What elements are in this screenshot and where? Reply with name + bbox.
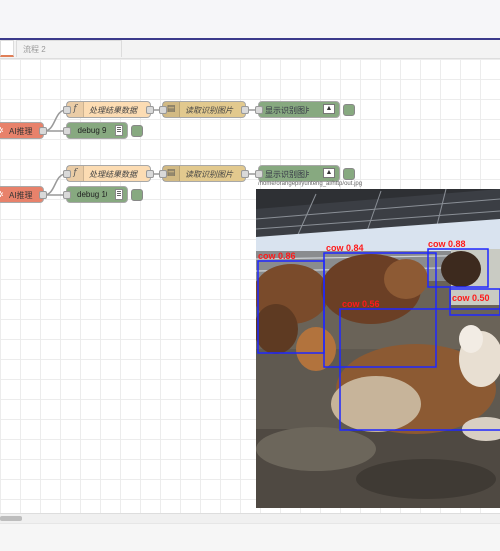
detection-image: cow 0.86 cow 0.84 cow 0.56 cow 0.88 cow … — [256, 189, 500, 508]
input-port[interactable] — [255, 170, 263, 178]
ai-inference-node[interactable]: ✲ AI推理 — [0, 122, 47, 139]
node-label: 处理结果数据 — [89, 170, 137, 179]
list-icon — [115, 189, 123, 200]
barn-photo: cow 0.86 cow 0.84 cow 0.56 cow 0.88 cow … — [256, 189, 500, 508]
gear-icon: ✲ — [0, 126, 4, 135]
image-icon: ▲ — [323, 168, 335, 178]
display-toggle-button[interactable] — [343, 104, 355, 116]
node-label: 读取识别图片 — [185, 170, 233, 179]
scrollbar-thumb[interactable] — [0, 516, 22, 521]
image-display-node[interactable]: 显示识别图片 ▲ — [255, 101, 340, 118]
node-label: 显示识别图片 — [265, 170, 309, 179]
gear-icon: ✲ — [0, 190, 4, 199]
function-node[interactable]: f 处理结果数据 — [63, 101, 154, 118]
input-port[interactable] — [63, 170, 71, 178]
output-port[interactable] — [39, 127, 47, 135]
node-label: 处理结果数据 — [89, 106, 137, 115]
image-display-node[interactable]: 显示识别图片 ▲ — [255, 165, 340, 182]
function-node[interactable]: f 处理结果数据 — [63, 165, 154, 182]
node-label: 显示识别图片 — [265, 106, 309, 115]
output-port[interactable] — [241, 106, 249, 114]
detection-label: cow 0.50 — [452, 293, 490, 303]
output-port[interactable] — [146, 106, 154, 114]
tab-label: 流程 2 — [23, 45, 46, 54]
ai-inference-node[interactable]: ✲ AI推理 — [0, 186, 47, 203]
output-port[interactable] — [241, 170, 249, 178]
top-header — [0, 0, 500, 40]
file-read-node[interactable]: ▤ 读取识别图片 — [159, 165, 249, 182]
input-port[interactable] — [255, 106, 263, 114]
debug-toggle-button[interactable] — [131, 125, 143, 137]
node-label: AI推理 — [9, 127, 33, 136]
node-label: debug 9 — [77, 126, 107, 135]
node-label: AI推理 — [9, 191, 33, 200]
list-icon — [115, 125, 123, 136]
node-label: 读取识别图片 — [185, 106, 233, 115]
input-port[interactable] — [63, 191, 71, 199]
output-port[interactable] — [146, 170, 154, 178]
input-port[interactable] — [63, 106, 71, 114]
debug-node[interactable]: debug 10 — [63, 186, 128, 203]
detection-label: cow 0.84 — [326, 243, 364, 253]
flow-tab-bar: 流程 2 — [0, 40, 500, 59]
debug-toggle-button[interactable] — [131, 189, 143, 201]
detection-label: cow 0.56 — [342, 299, 380, 309]
horizontal-scrollbar[interactable] — [0, 513, 500, 523]
tab-flow-2[interactable]: 流程 2 — [16, 40, 122, 57]
debug-node[interactable]: debug 9 — [63, 122, 128, 139]
image-path: /home/orangepi/yunteng_ai/http/out.jpg — [258, 181, 363, 187]
output-port[interactable] — [39, 191, 47, 199]
detection-label: cow 0.86 — [258, 251, 296, 261]
flow-workspace[interactable]: ✲ AI推理 f 处理结果数据 ▤ 读取识别图片 显示识别图片 ▲ debug … — [0, 59, 500, 513]
display-toggle-button[interactable] — [343, 168, 355, 180]
detection-label: cow 0.88 — [428, 239, 466, 249]
node-label: debug 10 — [77, 190, 107, 199]
input-port[interactable] — [159, 170, 167, 178]
image-icon: ▲ — [323, 104, 335, 114]
input-port[interactable] — [159, 106, 167, 114]
tab-flow-1[interactable] — [0, 40, 14, 57]
file-read-node[interactable]: ▤ 读取识别图片 — [159, 101, 249, 118]
input-port[interactable] — [63, 127, 71, 135]
footer-bar — [0, 523, 500, 551]
